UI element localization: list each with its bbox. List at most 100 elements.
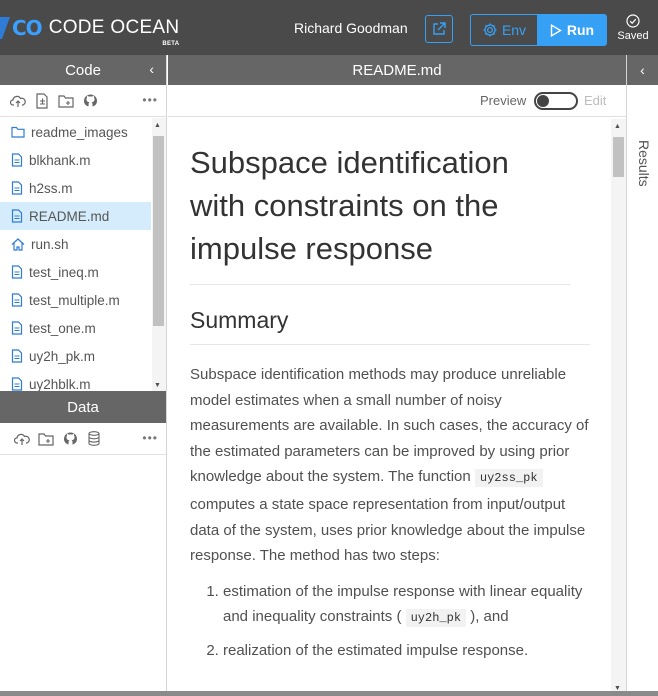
editor-tab-title: README.md: [352, 61, 442, 79]
left-panel: Code ‹ ••• readme_images blkhank.m h2ss.m R…: [0, 55, 167, 696]
bottom-bar: [0, 691, 658, 696]
file-tree-scrollbar[interactable]: ▲ ▼: [152, 118, 166, 393]
file-icon: [11, 265, 23, 279]
file-icon: [11, 377, 23, 391]
file-tree-item[interactable]: h2ss.m: [0, 174, 151, 202]
scroll-up-arrow-icon[interactable]: ▲: [614, 123, 621, 130]
file-tree-item[interactable]: blkhank.m: [0, 146, 151, 174]
file-icon: [11, 349, 23, 363]
file-name: uy2h_pk.m: [29, 348, 96, 364]
check-circle-icon: [626, 14, 640, 28]
expand-results-icon[interactable]: ‹: [640, 62, 645, 78]
file-name: run.sh: [31, 236, 69, 252]
data-toolbar: •••: [0, 423, 166, 455]
file-icon: [11, 293, 23, 307]
steps-list: estimation of the impulse response with …: [210, 579, 594, 664]
beta-badge: BETA: [162, 41, 180, 47]
gear-icon: [483, 23, 497, 37]
new-folder-icon[interactable]: [58, 93, 74, 109]
toggle-knob: [537, 95, 549, 107]
github-icon[interactable]: [62, 431, 78, 447]
env-label: Env: [501, 22, 527, 38]
file-tree-item[interactable]: test_multiple.m: [0, 286, 151, 314]
upload-cloud-icon[interactable]: [14, 431, 30, 447]
new-folder-icon[interactable]: [38, 431, 54, 447]
file-name: h2ss.m: [29, 180, 73, 196]
list-item: realization of the estimated impulse res…: [223, 638, 594, 664]
file-tree-item[interactable]: test_one.m: [0, 314, 151, 342]
editor-panel: README.md Preview Edit Subspace identifi…: [168, 55, 626, 696]
inline-code: uy2ss_pk: [474, 469, 543, 488]
file-name: test_ineq.m: [29, 264, 99, 280]
file-name: blkhank.m: [29, 152, 91, 168]
github-icon[interactable]: [82, 93, 98, 109]
file-tree-item[interactable]: readme_images: [0, 118, 151, 146]
markdown-preview: Subspace identification with constraints…: [168, 119, 611, 696]
file-tree-item[interactable]: test_ineq.m: [0, 258, 151, 286]
summary-text-2: computes a state space representation fr…: [190, 495, 586, 565]
editor-header: README.md: [168, 55, 626, 85]
file-tree-item[interactable]: uy2h_pk.m: [0, 342, 151, 370]
file-icon: [11, 321, 23, 335]
file-tree-item[interactable]: uy2hblk.m: [0, 370, 151, 393]
home-icon: [11, 237, 25, 251]
logo-stripe: [0, 17, 11, 39]
preview-bar: Preview Edit: [168, 85, 626, 117]
logo-mark: CO: [12, 16, 43, 40]
file-name: README.md: [29, 208, 110, 224]
new-file-icon[interactable]: [34, 92, 50, 109]
more-options-icon[interactable]: •••: [142, 431, 158, 445]
more-options-icon[interactable]: •••: [142, 93, 158, 107]
user-name[interactable]: Richard Goodman: [294, 20, 408, 36]
editor-scrollbar[interactable]: ▲ ▼: [611, 119, 626, 696]
scroll-up-arrow-icon[interactable]: ▲: [154, 122, 161, 129]
saved-indicator: Saved: [614, 14, 652, 42]
collapse-left-icon[interactable]: ‹: [149, 61, 154, 77]
scroll-thumb[interactable]: [613, 137, 624, 177]
file-icon: [11, 153, 23, 167]
logo-text: CODE OCEAN BETA: [48, 17, 180, 47]
data-panel-header: Data: [0, 391, 166, 423]
list-item: estimation of the impulse response with …: [223, 579, 594, 632]
summary-text-1: Subspace identification methods may prod…: [190, 366, 589, 486]
doc-title: Subspace identification with constraints…: [190, 141, 570, 285]
file-name: test_one.m: [29, 320, 96, 336]
code-panel-header: Code ‹: [0, 55, 166, 85]
run-label: Run: [566, 22, 595, 38]
file-tree: readme_images blkhank.m h2ss.m README.md run…: [0, 118, 151, 393]
results-tab[interactable]: Results: [636, 140, 652, 187]
code-ocean-logo[interactable]: CO CODE OCEAN BETA: [0, 15, 180, 47]
code-toolbar: •••: [0, 85, 166, 117]
env-button[interactable]: Env: [470, 14, 537, 46]
play-icon: [550, 23, 562, 37]
results-panel: ‹ Results: [626, 55, 658, 696]
code-panel-title: Code: [65, 61, 101, 79]
results-panel-header: ‹: [627, 55, 658, 85]
folder-icon: [11, 126, 25, 138]
step-1-text: estimation of the impulse response with …: [223, 582, 583, 626]
file-name: test_multiple.m: [29, 292, 120, 308]
summary-paragraph: Subspace identification methods may prod…: [190, 362, 595, 569]
scroll-thumb[interactable]: [153, 136, 164, 326]
upload-cloud-icon[interactable]: [10, 93, 26, 109]
preview-toggle[interactable]: [534, 92, 578, 110]
database-icon[interactable]: [86, 431, 102, 447]
step-1-end: ), and: [470, 608, 509, 626]
open-external-button[interactable]: [425, 15, 453, 43]
external-link-icon: [433, 22, 446, 35]
inline-code: uy2h_pk: [405, 609, 467, 628]
run-button[interactable]: Run: [537, 14, 607, 46]
top-bar: CO CODE OCEAN BETA Richard Goodman Env R…: [0, 0, 658, 55]
file-name: uy2hblk.m: [29, 376, 91, 392]
scroll-down-arrow-icon[interactable]: ▼: [154, 382, 161, 389]
file-tree-item[interactable]: run.sh: [0, 230, 151, 258]
data-panel-title: Data: [67, 398, 99, 416]
logo-title: CODE OCEAN: [48, 17, 180, 38]
file-tree-item[interactable]: README.md: [0, 202, 151, 230]
edit-label[interactable]: Edit: [584, 93, 606, 108]
preview-label: Preview: [480, 93, 527, 108]
saved-label: Saved: [617, 30, 649, 42]
file-name: readme_images: [31, 124, 128, 140]
summary-heading: Summary: [190, 307, 590, 345]
step-2-text: realization of the estimated impulse res…: [223, 641, 529, 659]
